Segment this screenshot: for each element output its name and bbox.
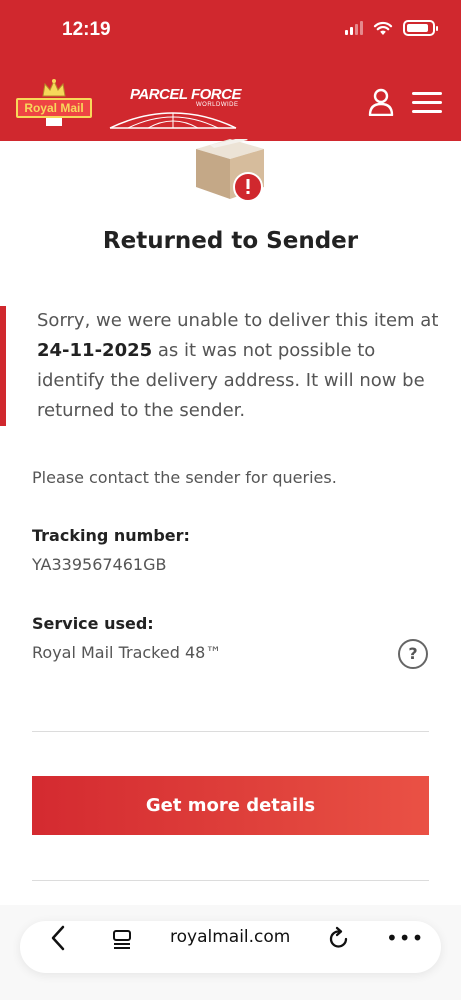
- url-text[interactable]: royalmail.com: [170, 927, 290, 947]
- parcelforce-wordmark: PARCEL FORCE: [130, 86, 241, 103]
- royal-mail-logo[interactable]: Royal Mail: [16, 78, 92, 126]
- menu-icon[interactable]: [412, 92, 442, 113]
- cellular-signal-icon: [345, 21, 363, 35]
- status-time: 12:19: [62, 19, 111, 40]
- more-options-icon[interactable]: •••: [386, 926, 423, 950]
- contact-note: Please contact the sender for queries.: [32, 468, 337, 487]
- battery-icon: [403, 20, 438, 36]
- user-icon[interactable]: [368, 88, 394, 116]
- tracking-number-label: Tracking number:: [32, 526, 190, 545]
- back-icon[interactable]: [48, 924, 68, 952]
- accent-bar: [0, 306, 6, 426]
- help-icon[interactable]: ?: [398, 639, 428, 669]
- delivery-date: 24-11-2025: [37, 340, 153, 361]
- parcel-warning-icon: [196, 139, 264, 202]
- delivery-message: Sorry, we were unable to deliver this it…: [37, 310, 439, 421]
- divider: [32, 731, 429, 732]
- globe-icon: [109, 112, 237, 129]
- royal-mail-wordmark: Royal Mail: [16, 98, 92, 118]
- wifi-icon: [373, 21, 393, 35]
- crown-icon: [42, 79, 66, 97]
- reload-icon[interactable]: [328, 926, 350, 950]
- header-bar: 12:19 Royal Mail PARCEL FORCE WORLDWIDE: [0, 0, 461, 141]
- status-icons: [345, 20, 438, 36]
- service-used-value: Royal Mail Tracked 48™: [32, 643, 222, 662]
- browser-toolbar: [0, 905, 461, 1000]
- reader-mode-icon[interactable]: [112, 929, 132, 949]
- parcelforce-logo[interactable]: PARCEL FORCE WORLDWIDE: [108, 86, 241, 130]
- get-more-details-button[interactable]: Get more details: [32, 776, 429, 835]
- page-title: Returned to Sender: [102, 228, 359, 254]
- divider: [32, 880, 429, 881]
- tracking-number-value: YA339567461GB: [32, 555, 167, 574]
- service-used-label: Service used:: [32, 614, 154, 633]
